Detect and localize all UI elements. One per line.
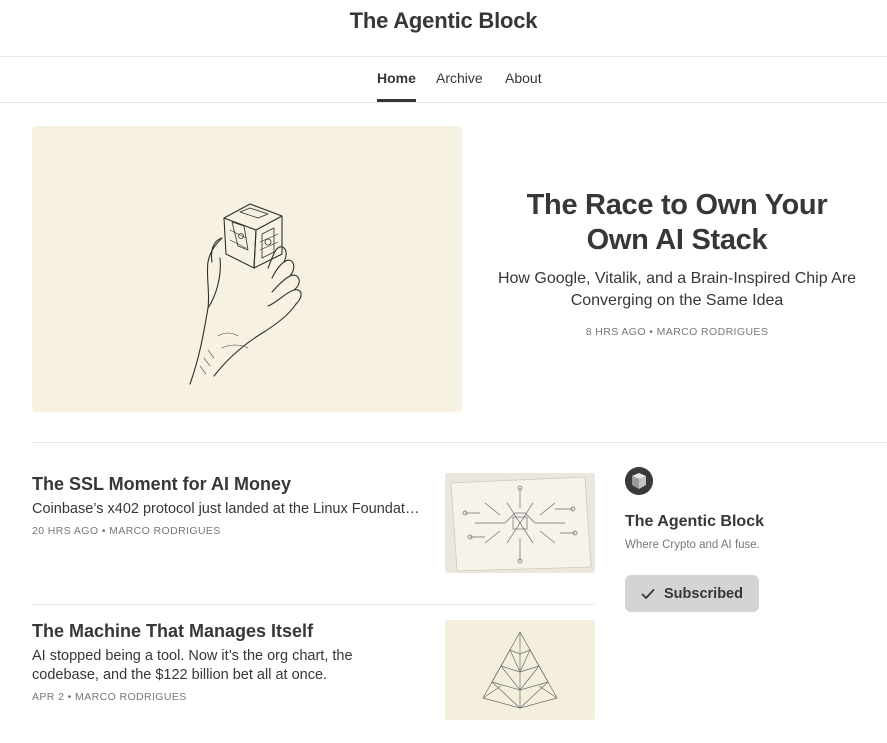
tab-archive[interactable]: Archive bbox=[436, 70, 483, 103]
post-thumbnail[interactable] bbox=[445, 620, 595, 720]
publication-tagline: Where Crypto and AI fuse. bbox=[625, 539, 760, 551]
nav-bar: Home Archive About bbox=[0, 57, 887, 103]
hand-holding-cube-illustration bbox=[189, 203, 302, 385]
cube-logo-icon[interactable] bbox=[625, 467, 653, 495]
circuit-board-illustration bbox=[445, 473, 595, 573]
post-excerpt: Coinbase’s x402 protocol just landed at … bbox=[32, 501, 422, 517]
checkmark-icon bbox=[641, 588, 655, 599]
tab-about[interactable]: About bbox=[505, 70, 542, 103]
section-divider bbox=[32, 442, 887, 443]
publication-name[interactable]: The Agentic Block bbox=[625, 513, 865, 531]
hero-post: The Race to Own Your Own AI Stack How Go… bbox=[492, 188, 862, 338]
hero-post-title[interactable]: The Race to Own Your Own AI Stack bbox=[492, 188, 862, 258]
tab-home[interactable]: Home bbox=[377, 70, 416, 103]
post-excerpt: AI stopped being a tool. Now it’s the or… bbox=[32, 648, 353, 683]
hero-post-meta: 8 HRS AGO • MARCO RODRIGUES bbox=[585, 326, 769, 338]
wireframe-pyramid-illustration bbox=[445, 620, 595, 720]
subscribed-label: Subscribed bbox=[664, 585, 743, 602]
hero-post-subtitle: How Google, Vitalik, and a Brain-Inspire… bbox=[497, 270, 857, 309]
subscribed-button[interactable]: Subscribed bbox=[625, 575, 759, 612]
post-divider bbox=[32, 604, 595, 605]
site-title[interactable]: The Agentic Block bbox=[0, 8, 887, 34]
publication-sidebar: The Agentic Block Where Crypto and AI fu… bbox=[625, 467, 865, 612]
site-header: The Agentic Block bbox=[0, 0, 887, 57]
post-thumbnail[interactable] bbox=[445, 473, 595, 573]
hero-image[interactable] bbox=[32, 126, 462, 412]
